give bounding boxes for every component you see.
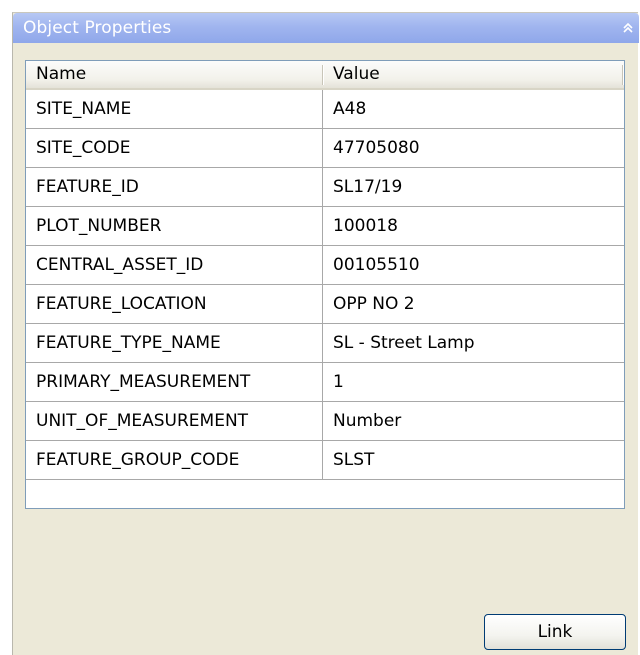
table-row[interactable]: FEATURE_LOCATION OPP NO 2 (26, 285, 624, 324)
grid-header: Name Value (26, 61, 624, 90)
property-value[interactable]: 100018 (323, 207, 624, 245)
column-header-name[interactable]: Name (26, 61, 323, 88)
table-row[interactable]: UNIT_OF_MEASUREMENT Number (26, 402, 624, 441)
property-value[interactable]: SL - Street Lamp (323, 324, 624, 362)
property-name: CENTRAL_ASSET_ID (26, 246, 323, 284)
property-name: SITE_NAME (26, 90, 323, 128)
table-row[interactable]: PLOT_NUMBER 100018 (26, 207, 624, 246)
table-row[interactable]: SITE_CODE 47705080 (26, 129, 624, 168)
property-name: FEATURE_LOCATION (26, 285, 323, 323)
grid-rows: SITE_NAME A48 SITE_CODE 47705080 FEATURE… (26, 90, 624, 480)
property-name: SITE_CODE (26, 129, 323, 167)
property-value[interactable]: Number (323, 402, 624, 440)
object-properties-panel: Object Properties Name Value SITE_NAME A… (12, 12, 639, 655)
property-value[interactable]: SLST (323, 441, 624, 479)
property-value[interactable]: A48 (323, 90, 624, 128)
column-header-value[interactable]: Value (323, 61, 623, 88)
property-name: FEATURE_GROUP_CODE (26, 441, 323, 479)
property-value[interactable]: 1 (323, 363, 624, 401)
table-row[interactable]: FEATURE_GROUP_CODE SLST (26, 441, 624, 480)
panel-titlebar: Object Properties (13, 13, 639, 43)
table-row[interactable]: CENTRAL_ASSET_ID 00105510 (26, 246, 624, 285)
property-name: FEATURE_TYPE_NAME (26, 324, 323, 362)
table-row[interactable]: FEATURE_TYPE_NAME SL - Street Lamp (26, 324, 624, 363)
property-name: UNIT_OF_MEASUREMENT (26, 402, 323, 440)
property-name: FEATURE_ID (26, 168, 323, 206)
property-value[interactable]: 00105510 (323, 246, 624, 284)
property-value[interactable]: 47705080 (323, 129, 624, 167)
table-row[interactable]: SITE_NAME A48 (26, 90, 624, 129)
link-button[interactable]: Link (484, 614, 626, 650)
table-row[interactable]: PRIMARY_MEASUREMENT 1 (26, 363, 624, 402)
properties-grid: Name Value SITE_NAME A48 SITE_CODE 47705… (25, 60, 625, 509)
double-chevron-up-icon[interactable] (619, 19, 637, 37)
property-value[interactable]: SL17/19 (323, 168, 624, 206)
property-name: PLOT_NUMBER (26, 207, 323, 245)
panel-title: Object Properties (23, 18, 172, 38)
property-name: PRIMARY_MEASUREMENT (26, 363, 323, 401)
property-value[interactable]: OPP NO 2 (323, 285, 624, 323)
column-resize-handle[interactable] (622, 65, 624, 85)
table-row[interactable]: FEATURE_ID SL17/19 (26, 168, 624, 207)
